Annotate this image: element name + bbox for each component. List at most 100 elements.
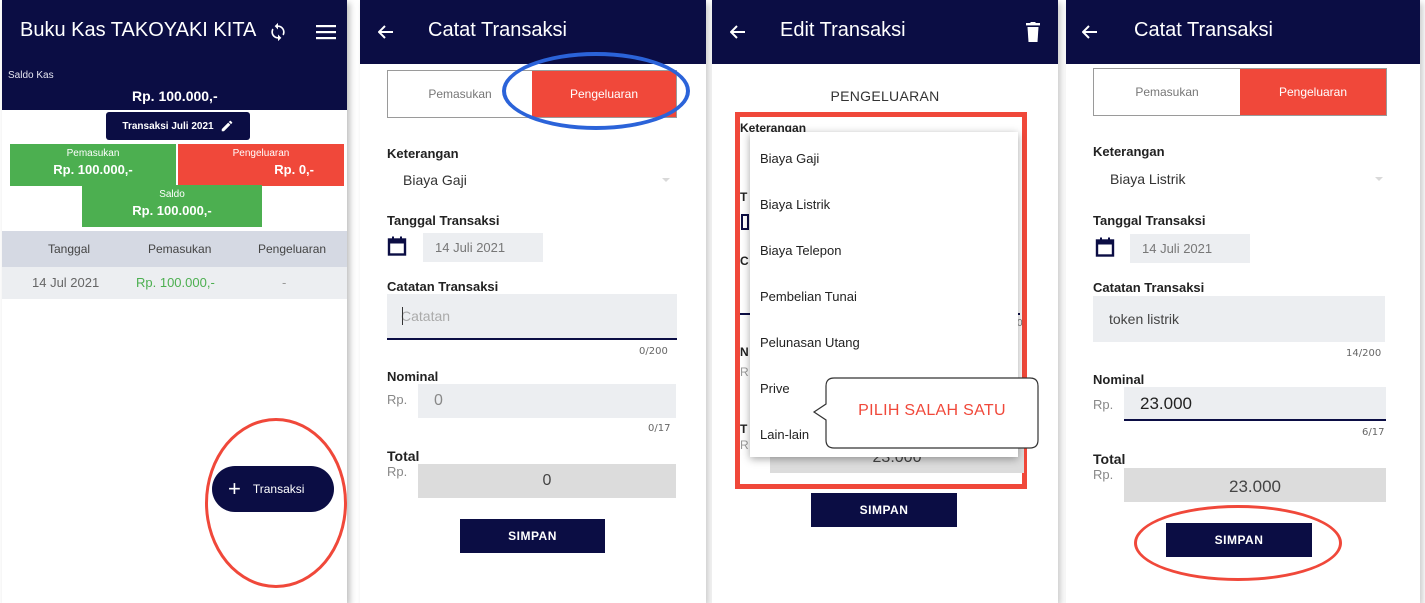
catatan-placeholder: Catatan	[401, 308, 451, 324]
trash-icon[interactable]	[1026, 22, 1040, 42]
total-label: Total	[1093, 451, 1126, 467]
tanggal-label: Tanggal Transaksi	[1093, 213, 1206, 228]
tab-pemasukan[interactable]: Pemasukan	[1094, 69, 1240, 115]
tab-pengeluaran[interactable]: Pengeluaran	[532, 71, 676, 117]
nominal-input[interactable]: 23.000	[1124, 387, 1386, 421]
home-app-bar: Buku Kas TAKOYAKI KITA	[2, 0, 347, 64]
row-income: Rp. 100.000,-	[136, 275, 215, 290]
underlying-label-r: R	[740, 365, 749, 379]
edit-icon	[221, 120, 232, 132]
dropdown-option[interactable]: Biaya Listrik	[760, 197, 830, 212]
back-arrow-icon[interactable]	[1082, 25, 1098, 39]
edit-transaksi-screen: Edit Transaksi PENGELUARAN Keterangan T …	[712, 0, 1058, 603]
tab-pemasukan[interactable]: Pemasukan	[388, 71, 532, 117]
catatan-input[interactable]: token listrik	[1093, 296, 1385, 342]
col-pemasukan: Pemasukan	[148, 242, 212, 256]
app-title: Buku Kas TAKOYAKI KITA	[20, 19, 257, 41]
save-button[interactable]: SIMPAN	[1166, 523, 1312, 557]
pengeluaran-card: Pengeluaran Rp. 0,-	[178, 144, 344, 186]
underlying-calendar	[741, 214, 749, 230]
catatan-label: Catatan Transaksi	[1093, 280, 1205, 295]
dropdown-option[interactable]: Lain-lain	[760, 427, 809, 442]
keterangan-select[interactable]: Biaya Gaji	[403, 172, 467, 188]
tanggal-field[interactable]: 14 Juli 2021	[1130, 234, 1250, 263]
home-screen: Buku Kas TAKOYAKI KITA Saldo Kas Rp. 100…	[2, 0, 347, 603]
catatan-counter: 0/200	[639, 346, 668, 357]
col-tanggal: Tanggal	[48, 242, 91, 256]
saldo-kas-label: Saldo Kas	[8, 70, 54, 81]
dropdown-option[interactable]: Prive	[760, 381, 790, 396]
nominal-label: Nominal	[1093, 372, 1145, 387]
nominal-value: 23.000	[1140, 394, 1192, 413]
saldo-kas-value: Rp. 100.000,-	[132, 88, 218, 104]
back-arrow-icon[interactable]	[378, 25, 394, 39]
total-prefix: Rp.	[387, 464, 408, 479]
nominal-input[interactable]: 0	[418, 384, 676, 418]
keterangan-label: Keterangan	[387, 146, 459, 161]
total-field: 0	[418, 464, 676, 498]
callout-text: PILIH SALAH SATU	[858, 402, 1006, 419]
calendar-icon[interactable]	[387, 236, 407, 256]
edit-app-bar: Edit Transaksi	[712, 0, 1058, 64]
type-tabs: Pemasukan Pengeluaran	[1093, 68, 1387, 116]
underlying-label-t: T	[740, 190, 748, 204]
tanggal-field[interactable]: 14 Juli 2021	[423, 233, 543, 262]
dropdown-option[interactable]: Pembelian Tunai	[760, 289, 857, 304]
pengeluaran-value: Rp. 0,-	[274, 162, 314, 177]
add-transaction-fab[interactable]: + Transaksi	[212, 466, 334, 512]
total-prefix: Rp.	[1093, 467, 1114, 482]
total-label: Total	[387, 448, 420, 464]
catatan-counter: 14/200	[1346, 348, 1382, 359]
catat-app-bar: Catat Transaksi	[360, 0, 706, 64]
underlying-label-r2: R	[740, 438, 749, 452]
dropdown-option[interactable]: Pelunasan Utang	[760, 335, 860, 350]
col-pengeluaran: Pengeluaran	[258, 242, 327, 256]
row-expense: -	[282, 275, 287, 290]
back-arrow-icon[interactable]	[730, 25, 746, 39]
saldo-card: Saldo Rp. 100.000,-	[82, 185, 262, 227]
saldo-kas-panel: Saldo Kas Rp. 100.000,-	[2, 64, 347, 110]
refresh-icon[interactable]	[268, 22, 288, 42]
menu-icon[interactable]	[316, 23, 336, 41]
nominal-label: Nominal	[387, 369, 439, 384]
fab-label: Transaksi	[252, 482, 305, 496]
pemasukan-card: Pemasukan Rp. 100.000,-	[10, 144, 176, 186]
keterangan-select[interactable]: Biaya Listrik	[1110, 171, 1185, 187]
period-button[interactable]: Transaksi Juli 2021	[106, 112, 250, 140]
save-button[interactable]: SIMPAN	[460, 519, 605, 553]
calendar-icon[interactable]	[1095, 237, 1115, 257]
catat-transaksi-filled-screen: Catat Transaksi Pemasukan Pengeluaran Ke…	[1066, 0, 1420, 603]
screen-title: Catat Transaksi	[1134, 19, 1273, 41]
nominal-value: 0	[434, 392, 443, 409]
tanggal-value: 14 Juli 2021	[1142, 241, 1213, 256]
underlying-label-to: T	[740, 422, 748, 436]
dropdown-option[interactable]: Biaya Gaji	[760, 151, 819, 166]
catatan-input[interactable]: Catatan	[387, 294, 677, 340]
catat-app-bar: Catat Transaksi	[1066, 0, 1420, 64]
total-value: 23.000	[1229, 477, 1281, 496]
table-row[interactable]: 14 Jul 2021 Rp. 100.000,- -	[2, 267, 347, 299]
chevron-down-icon	[1375, 177, 1383, 181]
catatan-label: Catatan Transaksi	[387, 279, 499, 294]
table-header: Tanggal Pemasukan Pengeluaran	[2, 231, 347, 267]
total-value: 0	[542, 472, 552, 489]
keterangan-label: Keterangan	[1093, 144, 1165, 159]
screen-title: Edit Transaksi	[780, 19, 906, 41]
pengeluaran-label: Pengeluaran	[232, 148, 290, 159]
tanggal-label: Tanggal Transaksi	[387, 213, 500, 228]
underlying-label-n: N	[740, 345, 749, 359]
tanggal-value: 14 Juli 2021	[435, 240, 506, 255]
type-tabs: Pemasukan Pengeluaran	[387, 70, 677, 118]
screen-title: Catat Transaksi	[428, 19, 567, 41]
save-button[interactable]: SIMPAN	[811, 493, 957, 527]
tab-pengeluaran[interactable]: Pengeluaran	[1240, 69, 1386, 115]
text-cursor	[402, 307, 403, 325]
dropdown-option[interactable]: Biaya Telepon	[760, 243, 841, 258]
total-field: 23.000	[1124, 468, 1386, 502]
pemasukan-label: Pemasukan	[66, 148, 120, 159]
nominal-counter: 6/17	[1362, 427, 1385, 438]
nominal-prefix: Rp.	[1093, 397, 1114, 412]
underlying-label-c: C	[740, 254, 749, 268]
catat-transaksi-screen: Catat Transaksi Pemasukan Pengeluaran Ke…	[360, 0, 706, 603]
period-label: Transaksi Juli 2021	[122, 120, 214, 132]
